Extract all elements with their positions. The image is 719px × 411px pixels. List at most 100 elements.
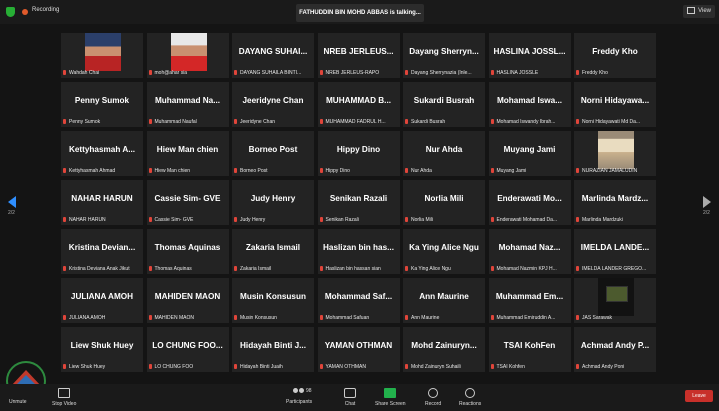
share-screen-button[interactable]: Share Screen bbox=[375, 388, 406, 407]
participant-name-label: Borneo Post bbox=[234, 168, 312, 174]
participant-name-text: Hippy Dino bbox=[325, 168, 350, 174]
participant-tile[interactable]: Mohamad Iswa... Mohamad Iswandy Ibrah... bbox=[488, 82, 571, 127]
participant-tile[interactable]: Cassie Sim- GVE Cassie Sim- GVE bbox=[146, 180, 229, 225]
participant-tile[interactable]: Zakaria Ismail Zakaria Ismail bbox=[232, 229, 314, 274]
participant-tile[interactable]: Muhammad Em... Muhammad Emiruddin A... bbox=[488, 278, 571, 323]
participant-tile[interactable]: Norlia Mili Norlia Mili bbox=[403, 180, 485, 225]
participant-tile[interactable]: MAHIDEN MAON MAHIDEN MAON bbox=[146, 278, 229, 323]
participant-tile[interactable]: Nur Ahda Nur Ahda bbox=[403, 131, 485, 176]
participant-tile[interactable]: Kettyhasmah A... Kettyhasmah Ahmad bbox=[61, 131, 143, 176]
participant-tile[interactable]: JAS Sarawak bbox=[574, 278, 656, 323]
participant-tile[interactable]: Hippy Dino Hippy Dino bbox=[317, 131, 400, 176]
participant-tile[interactable]: IMELDA LANDE... IMELDA LANDER GREGO... bbox=[574, 229, 656, 274]
participant-tile[interactable]: Mohammad Saf... Mohammad Safuan bbox=[317, 278, 400, 323]
participant-tile[interactable]: Enderawati Mo... Enderawati Mohamad Da... bbox=[488, 180, 571, 225]
stop-video-button[interactable]: Stop Video bbox=[52, 388, 76, 407]
participant-display-name: Nur Ahda bbox=[425, 145, 463, 154]
participant-tile[interactable]: Ka Ying Alice Ngu Ka Ying Alice Ngu bbox=[403, 229, 485, 274]
participant-tile[interactable]: Hidayah Binti J... Hidayah Binti Juaih bbox=[232, 327, 314, 372]
participant-tile[interactable]: Haslizan bin has... Haslizan bin hassan s… bbox=[317, 229, 400, 274]
microphone-muted-icon bbox=[490, 168, 494, 174]
microphone-muted-icon bbox=[405, 364, 408, 370]
participant-tile[interactable]: Achmad Andy P... Achmad Andy Poni bbox=[574, 327, 656, 372]
participant-name-text: TSAI Kohfen bbox=[496, 364, 525, 370]
participant-tile[interactable]: Borneo Post Borneo Post bbox=[232, 131, 314, 176]
view-button[interactable]: View bbox=[683, 5, 715, 18]
participant-tile[interactable]: Marlinda Mardz... Marlinda Mardzuki bbox=[574, 180, 656, 225]
participant-tile[interactable]: Senikan Razali Senikan Razali bbox=[317, 180, 400, 225]
participant-tile[interactable]: NREB JERLEUS... NREB JERLEUS-RAPO bbox=[317, 33, 400, 78]
participant-tile[interactable]: TSAI KohFen TSAI Kohfen bbox=[488, 327, 571, 372]
participant-tile[interactable]: LO CHUNG FOO... LO CHUNG FOO bbox=[146, 327, 229, 372]
microphone-muted-icon bbox=[234, 364, 237, 370]
participant-name-text: Marlinda Mardzuki bbox=[582, 217, 623, 223]
participant-name-label: Haslizan bin hassan sian bbox=[319, 266, 398, 272]
participant-display-name: Judy Henry bbox=[250, 194, 296, 203]
participant-tile[interactable]: Jeeridyne Chan Jeeridyne Chan bbox=[232, 82, 314, 127]
participant-tile[interactable]: DAYANG SUHAI... DAYANG SUHAILA BINTI... bbox=[232, 33, 314, 78]
participant-tile[interactable]: Musin Konsusun Musin Konsusun bbox=[232, 278, 314, 323]
participants-button[interactable]: 98 Participants bbox=[286, 388, 312, 405]
participant-tile[interactable]: moh@ahar sia bbox=[146, 33, 229, 78]
participant-tile[interactable]: Muyang Jami Muyang Jami bbox=[488, 131, 571, 176]
participant-tile[interactable]: Norni Hidayawa... Norni Hidayawati Md Da.… bbox=[574, 82, 656, 127]
participant-tile[interactable]: Thomas Aquinas Thomas Aquinas bbox=[146, 229, 229, 274]
microphone-muted-icon bbox=[234, 119, 237, 125]
previous-page-button[interactable]: 2/2 bbox=[8, 196, 16, 216]
participant-tile[interactable]: Kristina Devian... Kristina Deviana Anak … bbox=[61, 229, 143, 274]
participant-tile[interactable]: Hiew Man chien Hiew Man chien bbox=[146, 131, 229, 176]
reactions-button[interactable]: Reactions bbox=[459, 388, 481, 407]
record-button[interactable]: Record bbox=[425, 388, 441, 407]
participant-name-label: Achmad Andy Poni bbox=[576, 364, 654, 370]
security-shield-icon[interactable] bbox=[6, 7, 15, 17]
participant-name-text: Muyang Jami bbox=[496, 168, 527, 174]
participant-tile[interactable]: JULIANA AMOH JULIANA AMOH bbox=[61, 278, 143, 323]
participant-tile[interactable]: Mohamad Naz... Mohamad Nazmin KPJ H... bbox=[488, 229, 571, 274]
chat-button[interactable]: Chat bbox=[344, 388, 356, 407]
participant-tile[interactable]: Mohd Zainuryn... Mohd Zainuryn Suhaili bbox=[403, 327, 485, 372]
recording-icon bbox=[22, 9, 28, 15]
chat-label: Chat bbox=[344, 401, 356, 407]
page-indicator-right: 2/2 bbox=[703, 210, 710, 216]
participant-tile[interactable]: Ann Maurine Ann Maurine bbox=[403, 278, 485, 323]
participant-display-name: Mohamad Iswa... bbox=[496, 96, 563, 105]
stop-video-label: Stop Video bbox=[52, 401, 77, 407]
participant-name-text: Mohammad Safuan bbox=[325, 315, 370, 321]
participant-tile[interactable]: Dayang Sherryn... Dayang Sherrynazia (Inl… bbox=[403, 33, 485, 78]
unmute-button[interactable]: Unmute bbox=[9, 388, 27, 405]
microphone-muted-icon bbox=[490, 266, 494, 272]
leave-button[interactable]: Leave bbox=[685, 390, 713, 402]
participant-tile[interactable]: NURAZIAN JAMALUDIN bbox=[574, 131, 656, 176]
participant-tile[interactable]: Sukardi Busrah Sukardi Busrah bbox=[403, 82, 485, 127]
participant-display-name: Hidayah Binti J... bbox=[240, 341, 306, 350]
participant-display-name: NAHAR HARUN bbox=[71, 194, 133, 203]
participant-name-label: Muhammad Emiruddin A... bbox=[490, 315, 569, 321]
participant-tile[interactable]: Penny Sumok Penny Sumok bbox=[61, 82, 143, 127]
participant-tile[interactable]: HASLINA JOSSL... HASLINA JOSSLE bbox=[488, 33, 571, 78]
participant-name-text: Mohamad Nazmin KPJ H... bbox=[496, 266, 557, 272]
participant-tile[interactable]: Wahdah Chai bbox=[61, 33, 143, 78]
microphone-muted-icon bbox=[234, 70, 237, 76]
participant-tile[interactable]: Freddy Kho Freddy Kho bbox=[574, 33, 656, 78]
microphone-muted-icon bbox=[576, 315, 579, 321]
participant-tile[interactable]: NAHAR HARUN NAHAR HARUN bbox=[61, 180, 143, 225]
participant-tile[interactable]: Liew Shuk Huey Liew Shuk Huey bbox=[61, 327, 143, 372]
participant-display-name: NREB JERLEUS... bbox=[323, 47, 394, 56]
participant-display-name: Musin Konsusun bbox=[240, 292, 306, 301]
participant-display-name: Liew Shuk Huey bbox=[70, 341, 134, 350]
participant-tile[interactable]: Judy Henry Judy Henry bbox=[232, 180, 314, 225]
participant-video bbox=[598, 131, 634, 169]
participant-name-label: JAS Sarawak bbox=[576, 315, 654, 321]
participant-name-text: Norlia Mili bbox=[411, 217, 433, 223]
microphone-muted-icon bbox=[234, 217, 237, 223]
participant-display-name: Mohammad Saf... bbox=[324, 292, 393, 301]
participant-tile[interactable]: MUHAMMAD B... MUHAMMAD FADRUL H... bbox=[317, 82, 400, 127]
microphone-muted-icon bbox=[148, 217, 152, 223]
next-page-button[interactable]: 2/2 bbox=[703, 196, 711, 216]
participant-tile[interactable]: Muhammad Na... Muhammad Naufal bbox=[146, 82, 229, 127]
participant-name-text: Kettyhasmah Ahmad bbox=[69, 168, 116, 174]
participant-tile[interactable]: YAMAN OTHMAN YAMAN OTHMAN bbox=[317, 327, 400, 372]
participant-name-label: Mohd Zainuryn Suhaili bbox=[405, 364, 483, 370]
participant-name-label: HASLINA JOSSLE bbox=[490, 70, 569, 76]
participant-name-label: Hidayah Binti Juaih bbox=[234, 364, 312, 370]
